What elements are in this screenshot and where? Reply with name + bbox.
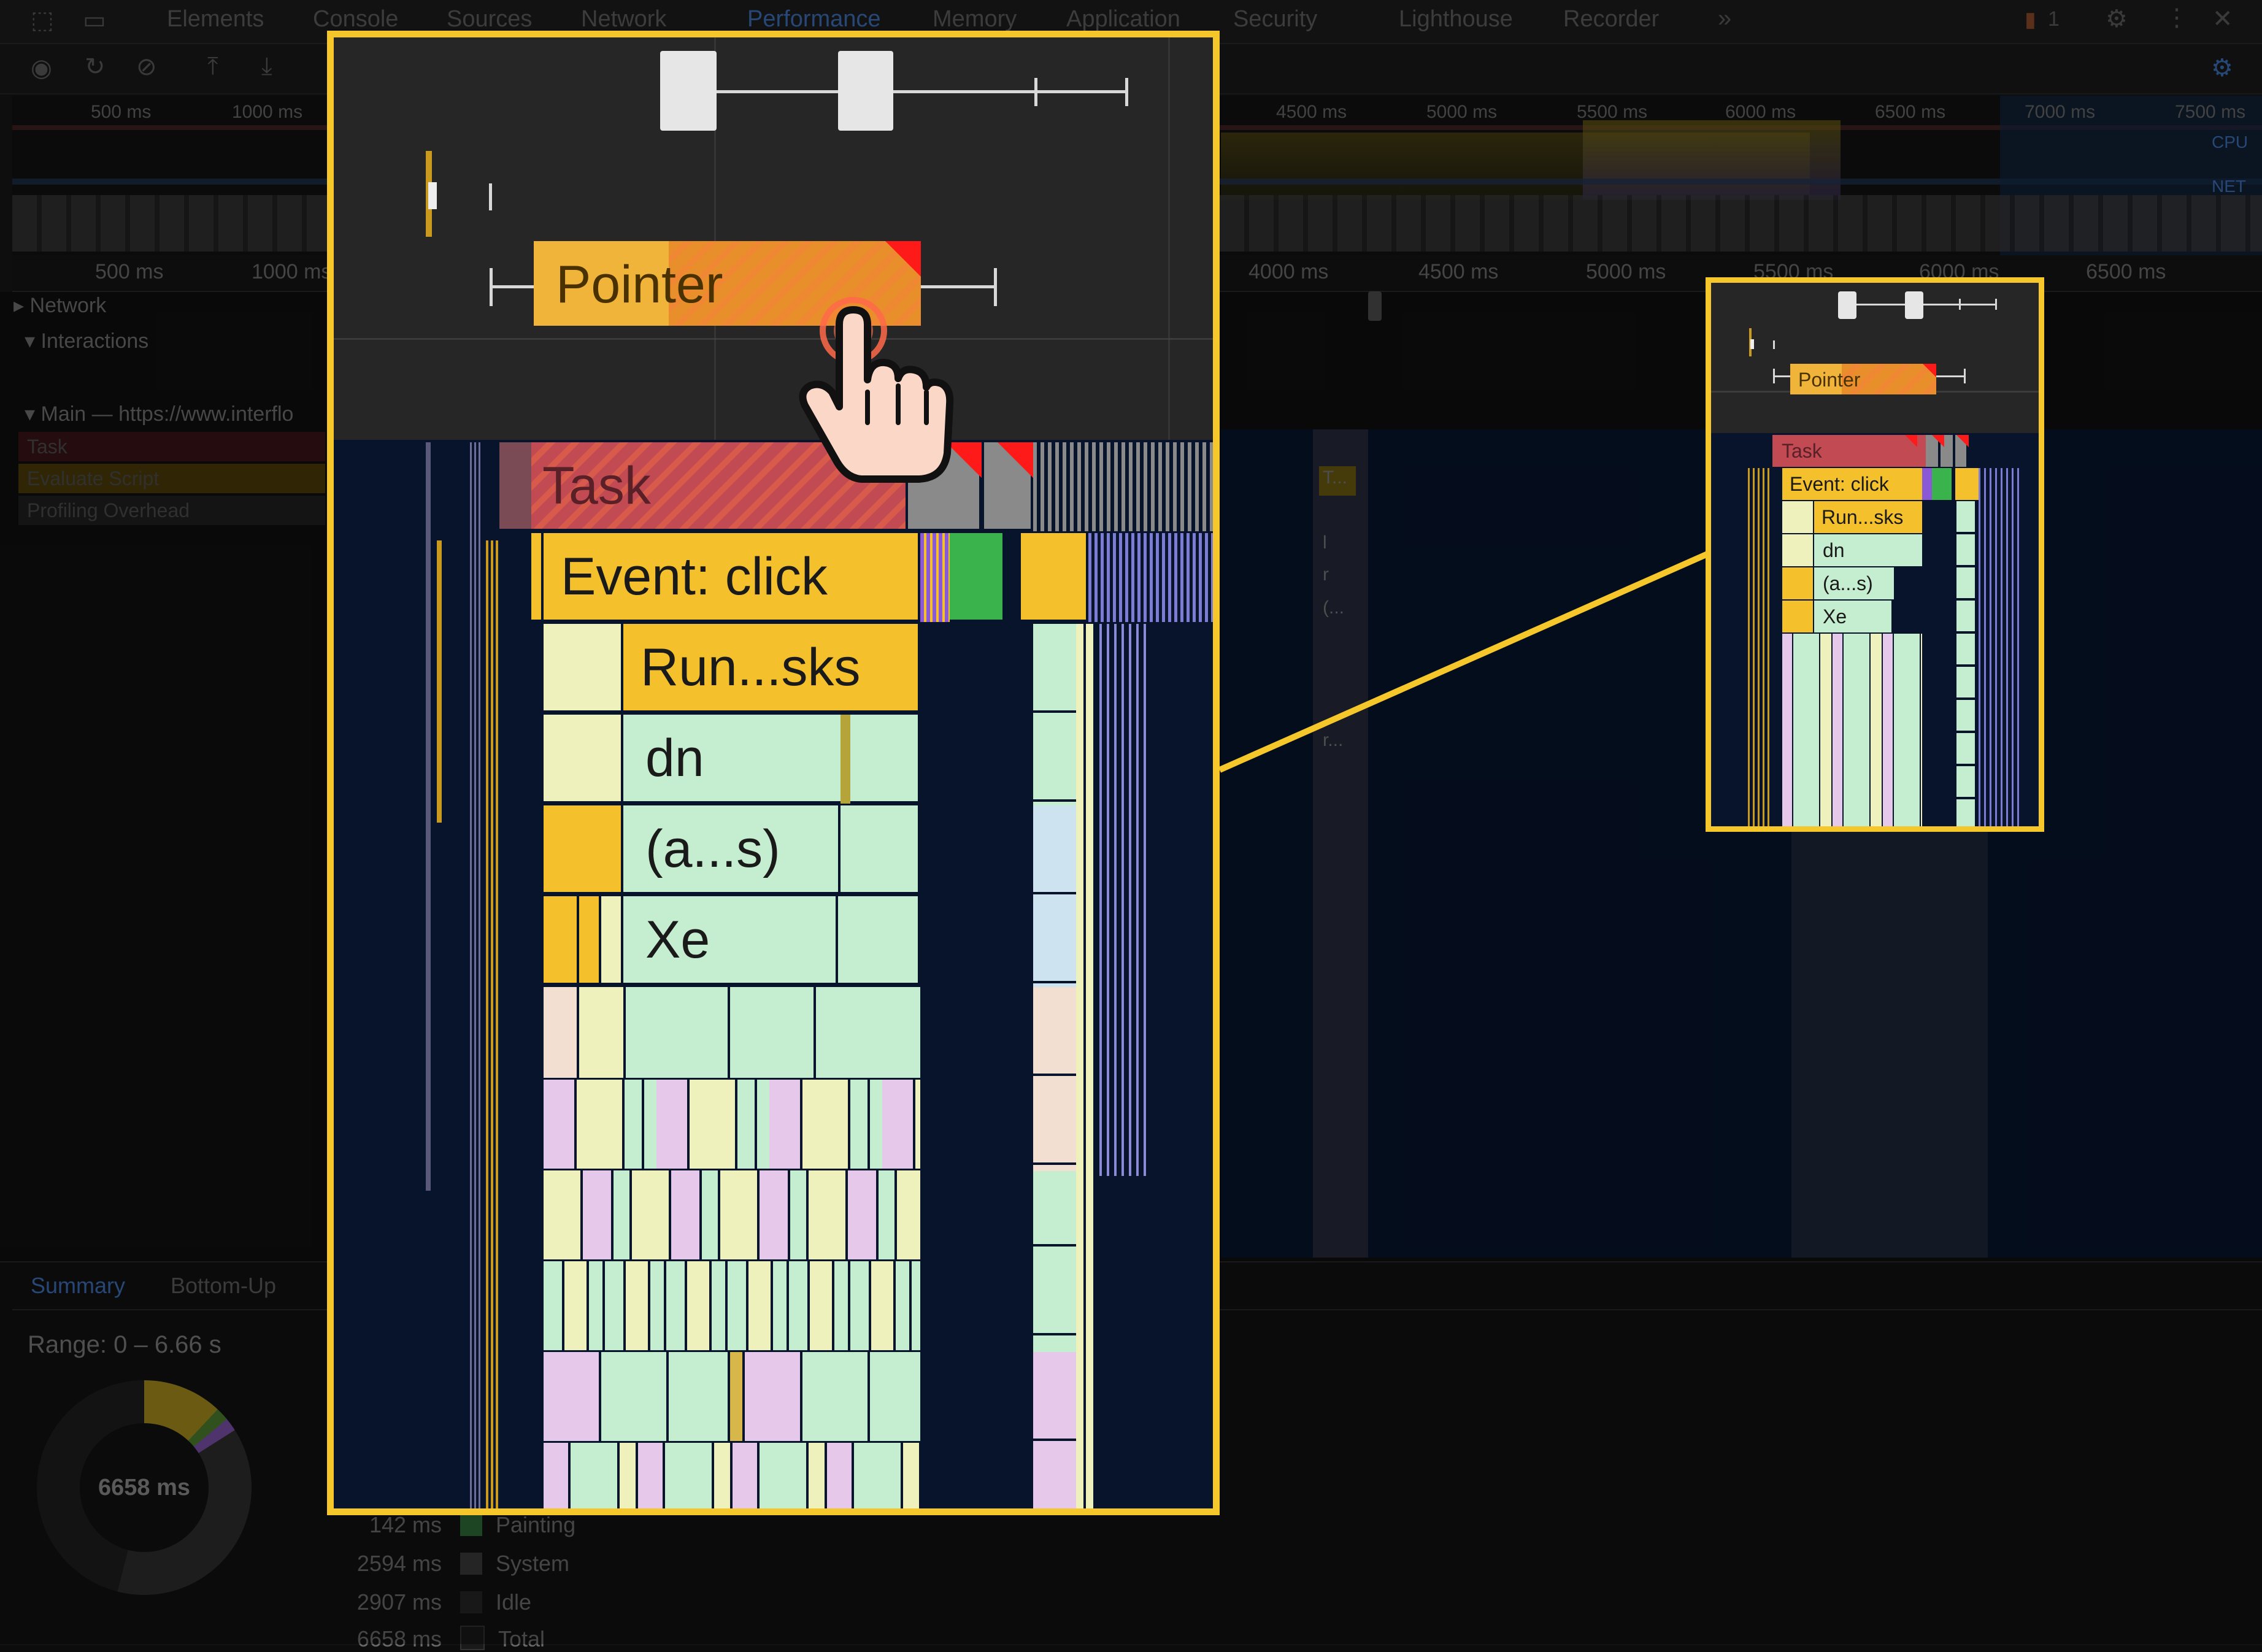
interaction-pointer-label: Pointer bbox=[556, 255, 723, 314]
interactions-track-zoom bbox=[334, 37, 1213, 440]
event-click-label: Event: click bbox=[561, 547, 828, 606]
function-dn-label: dn bbox=[645, 729, 704, 788]
hand-pointer-icon bbox=[799, 297, 954, 483]
run-tasks-label-small: Run...sks bbox=[1822, 506, 1904, 528]
interaction-box[interactable] bbox=[838, 51, 893, 131]
task-label: Task bbox=[542, 456, 651, 515]
task-label-small: Task bbox=[1782, 440, 1822, 462]
function-xe-label-small: Xe bbox=[1823, 605, 1847, 628]
run-tasks-label: Run...sks bbox=[641, 638, 861, 697]
zoomed-flame-chart-small: Pointer Task Event: click Run...sks dn (… bbox=[1706, 277, 2044, 832]
function-dn-label-small: dn bbox=[1823, 539, 1845, 561]
function-as-label-small: (a...s) bbox=[1823, 572, 1873, 594]
interaction-box[interactable] bbox=[660, 51, 717, 131]
event-click-label-small: Event: click bbox=[1790, 473, 1889, 495]
zoomed-flame-chart: Pointer Task Event: click Run...sks dn (… bbox=[327, 31, 1220, 1515]
function-as-label: (a...s) bbox=[645, 820, 780, 878]
interaction-pointer-label-small: Pointer bbox=[1798, 369, 1861, 391]
function-xe-label: Xe bbox=[645, 910, 710, 969]
